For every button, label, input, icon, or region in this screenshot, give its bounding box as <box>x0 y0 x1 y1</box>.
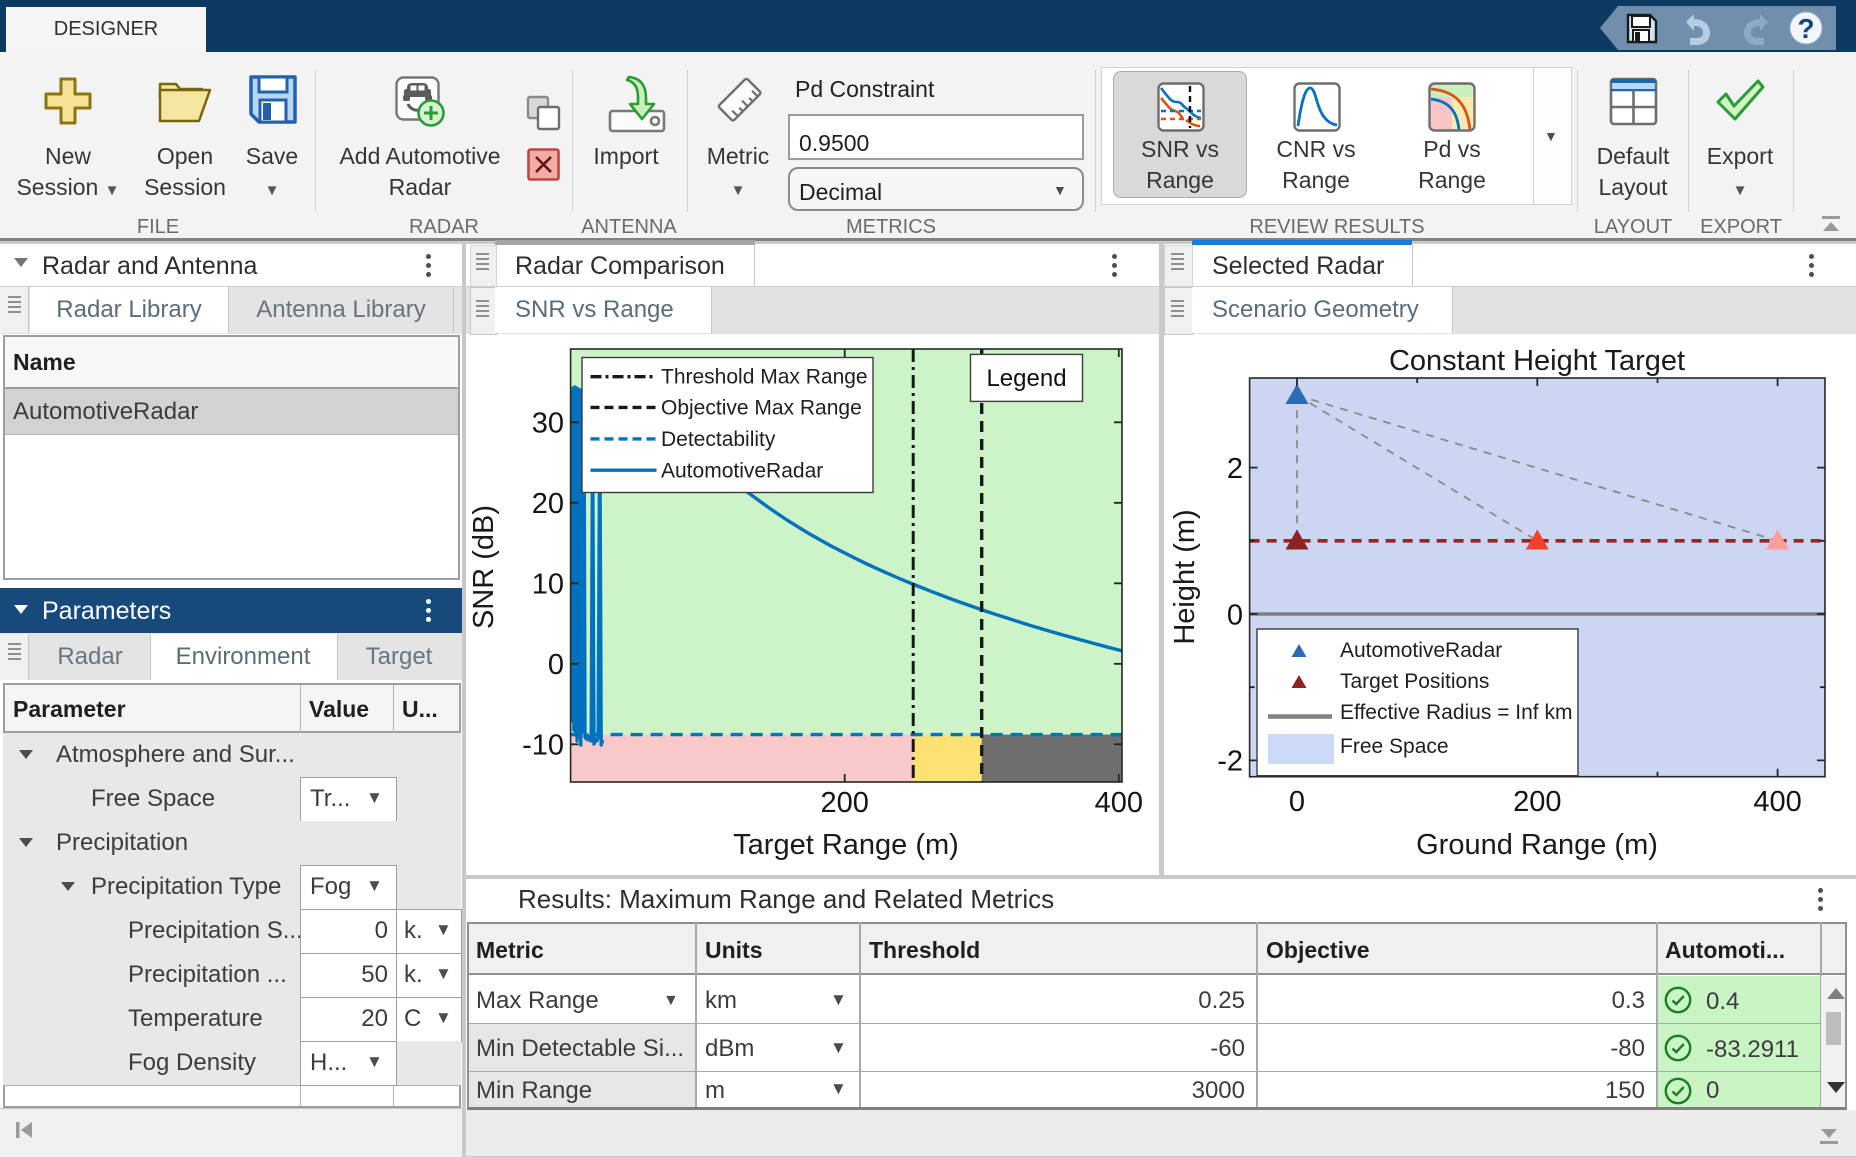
svg-text:0: 0 <box>548 649 564 681</box>
svg-text:Constant Height Target: Constant Height Target <box>1389 345 1685 377</box>
svg-text:Legend: Legend <box>986 365 1066 392</box>
svg-text:?: ? <box>1797 13 1814 44</box>
svg-text:Target Range (m): Target Range (m) <box>733 829 959 861</box>
svg-text:AutomotiveRadar: AutomotiveRadar <box>661 460 823 483</box>
svg-text:Ground Range (m): Ground Range (m) <box>1416 829 1658 861</box>
svg-text:30: 30 <box>532 408 564 440</box>
svg-text:400: 400 <box>1095 787 1143 819</box>
svg-text:Free Space: Free Space <box>1340 735 1449 758</box>
svg-text:400: 400 <box>1753 786 1801 818</box>
svg-text:0: 0 <box>1227 600 1243 632</box>
svg-text:2: 2 <box>1227 453 1243 485</box>
svg-text:Threshold Max Range: Threshold Max Range <box>661 366 868 389</box>
svg-text:Detectability: Detectability <box>661 428 776 451</box>
svg-text:20: 20 <box>532 488 564 520</box>
svg-text:-2: -2 <box>1217 746 1243 778</box>
svg-text:200: 200 <box>821 787 869 819</box>
svg-text:0: 0 <box>1289 786 1305 818</box>
svg-text:200: 200 <box>1513 786 1561 818</box>
svg-text:Objective Max Range: Objective Max Range <box>661 397 862 420</box>
svg-text:Target Positions: Target Positions <box>1340 670 1489 693</box>
svg-text:SNR (dB): SNR (dB) <box>468 505 500 629</box>
svg-text:10: 10 <box>532 569 564 601</box>
svg-text:Height (m): Height (m) <box>1169 509 1201 644</box>
svg-text:-10: -10 <box>522 730 564 762</box>
svg-text:Effective Radius = Inf km: Effective Radius = Inf km <box>1340 701 1572 724</box>
svg-text:AutomotiveRadar: AutomotiveRadar <box>1340 639 1502 662</box>
